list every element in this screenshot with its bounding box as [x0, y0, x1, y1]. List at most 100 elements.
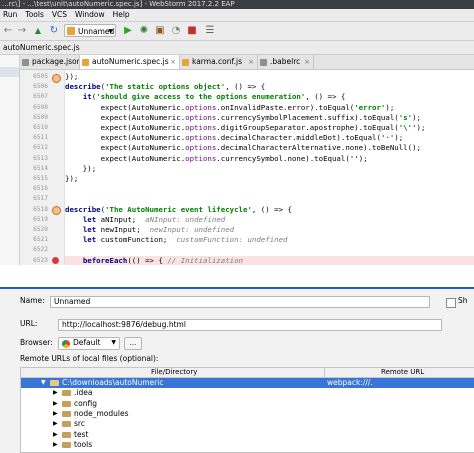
forward-arrow-icon[interactable]: → — [16, 25, 28, 37]
menu-window[interactable]: Window — [72, 9, 110, 21]
menu-tools[interactable]: Tools — [22, 9, 48, 21]
code-token: options — [185, 102, 217, 112]
close-icon[interactable]: × — [248, 55, 254, 69]
code-line[interactable]: }); — [65, 72, 474, 82]
code-token: customFunction: undefined — [176, 235, 288, 245]
tree-row[interactable]: ▶ test — [21, 430, 474, 440]
code-token: newInput; — [96, 225, 150, 234]
code-token: 'The AutoNumeric event lifecycle' — [105, 204, 252, 214]
chevron-down-icon[interactable]: ▼ — [41, 378, 46, 388]
code-editor[interactable]: }); describe('The static options object',… — [65, 70, 474, 265]
code-line[interactable]: expect(AutoNumeric.options.currencySymbo… — [65, 154, 474, 164]
url-field[interactable]: http://localhost:9876/debug.html — [58, 319, 442, 331]
tree-row[interactable]: ▶ node_modules — [21, 409, 474, 419]
chevron-right-icon[interactable]: ▶ — [53, 409, 58, 419]
tab-karma-conf[interactable]: karma.conf.js × — [180, 55, 258, 69]
code-line[interactable] — [65, 245, 474, 255]
code-line[interactable]: }); — [65, 164, 474, 174]
code-line[interactable]: expect(AutoNumeric.options.currencySymbo… — [65, 113, 474, 123]
code-line[interactable]: expect(AutoNumeric.options.decimalCharac… — [65, 143, 474, 153]
editor-bottom-area — [0, 265, 474, 287]
code-line[interactable]: it('should give access to the options en… — [65, 92, 474, 102]
code-token: .onInvalidPaste.error).toEqual( — [216, 102, 355, 112]
breakpoint-icon[interactable] — [52, 257, 59, 265]
project-panel-tab[interactable] — [0, 67, 19, 77]
code-line[interactable]: beforeEach(() => { // Initialization — [65, 255, 474, 265]
code-line[interactable]: expect(AutoNumeric.options.onInvalidPast… — [65, 103, 474, 113]
code-line[interactable]: let newInput; newInput: undefined — [65, 225, 474, 235]
code-token: options — [185, 153, 217, 163]
tree-row-label: node_modules — [74, 408, 129, 418]
js-file-icon — [82, 59, 89, 66]
code-token: ); — [358, 153, 368, 163]
tree-row[interactable]: ▶ tools — [21, 440, 474, 450]
line-number: 6516 — [33, 185, 48, 193]
remote-urls-label: Remote URLs of local files (optional): — [20, 354, 159, 363]
vcs-icon[interactable]: ☰ — [204, 25, 216, 37]
folder-icon — [62, 441, 71, 448]
chevron-right-icon[interactable]: ▶ — [53, 419, 58, 429]
share-checkbox[interactable] — [446, 298, 456, 308]
tab-babelrc[interactable]: .babelrc × — [258, 55, 314, 69]
folder-icon — [62, 390, 71, 397]
browse-button[interactable]: ... — [124, 337, 142, 350]
chevron-right-icon[interactable]: ▶ — [53, 388, 58, 398]
remote-url-cell[interactable]: webpack:///. — [327, 378, 373, 388]
browser-select[interactable]: Default ▼ — [58, 337, 120, 350]
chevron-right-icon[interactable]: ▶ — [53, 430, 58, 440]
tree-row[interactable]: ▶ src — [21, 419, 474, 429]
code-token: 'The static options object' — [105, 82, 226, 92]
chevron-right-icon[interactable]: ▶ — [53, 440, 58, 450]
code-line[interactable] — [65, 184, 474, 194]
close-icon[interactable]: × — [170, 55, 176, 69]
tab-autonumeric-spec[interactable]: autoNumeric.spec.js × — [80, 55, 180, 69]
build-hammer-icon[interactable]: ▲ — [32, 25, 44, 37]
editor-gutter[interactable]: 6505 6506 6507 6508 6509 6510 6511 6512 6513 6514… — [20, 70, 65, 274]
remote-urls-table[interactable]: File/Directory Remote URL ▼ C:\downloads\… — [20, 367, 474, 453]
tree-row[interactable]: ▶ .idea — [21, 388, 474, 398]
tab-package-json[interactable]: package.json — [20, 55, 80, 69]
code-line[interactable]: }); — [65, 174, 474, 184]
run-configuration-select[interactable]: Unnamed ▼ — [64, 24, 116, 37]
code-line[interactable]: describe('The static options object', ()… — [65, 82, 474, 92]
run-test-gutter-icon[interactable] — [52, 206, 61, 216]
chevron-down-icon: ▼ — [111, 339, 116, 346]
back-arrow-icon[interactable]: ← — [2, 25, 14, 37]
menu-run[interactable]: Run — [0, 9, 22, 21]
code-line[interactable]: describe('The AutoNumeric event lifecycl… — [65, 205, 474, 215]
share-label: Sh — [458, 296, 468, 305]
tree-row[interactable]: ▶ config — [21, 399, 474, 409]
menu-help[interactable]: Help — [110, 9, 135, 21]
line-number: 6518 — [33, 205, 48, 213]
name-value: Unnamed — [54, 297, 91, 306]
code-line[interactable] — [65, 194, 474, 204]
profile-icon[interactable]: ◔ — [170, 25, 182, 37]
sync-icon[interactable]: ↻ — [48, 25, 60, 37]
tree-row[interactable]: ▼ C:\downloads\autoNumeric webpack:///. — [21, 378, 474, 388]
code-token: ); — [412, 112, 421, 122]
coverage-icon[interactable]: ▣ — [154, 25, 166, 37]
config-file-icon — [260, 59, 267, 66]
code-line[interactable]: expect(AutoNumeric.options.digitGroupSep… — [65, 123, 474, 133]
code-line[interactable]: let aNInput; aNInput: undefined — [65, 215, 474, 225]
column-divider — [324, 368, 325, 377]
code-token: customFunction; — [96, 235, 177, 245]
chevron-right-icon[interactable]: ▶ — [53, 399, 58, 409]
name-field[interactable]: Unnamed — [50, 296, 430, 308]
debug-bug-icon[interactable]: ✺ — [138, 25, 150, 37]
code-token: options — [185, 123, 217, 132]
run-icon[interactable]: ▶ — [122, 25, 134, 37]
tree-row-label: C:\downloads\autoNumeric — [62, 378, 164, 387]
code-line[interactable]: let customFunction; customFunction: unde… — [65, 235, 474, 245]
code-line[interactable]: expect(AutoNumeric.options.decimalCharac… — [65, 133, 474, 143]
table-header: File/Directory Remote URL — [21, 368, 474, 378]
line-number: 6510 — [33, 124, 48, 131]
menu-vcs[interactable]: VCS — [49, 9, 72, 21]
stop-icon[interactable]: ■ — [186, 25, 198, 37]
close-icon[interactable]: × — [304, 55, 310, 69]
breadcrumb[interactable]: autoNumeric.spec.js — [0, 43, 80, 52]
run-test-gutter-icon[interactable] — [52, 73, 61, 83]
